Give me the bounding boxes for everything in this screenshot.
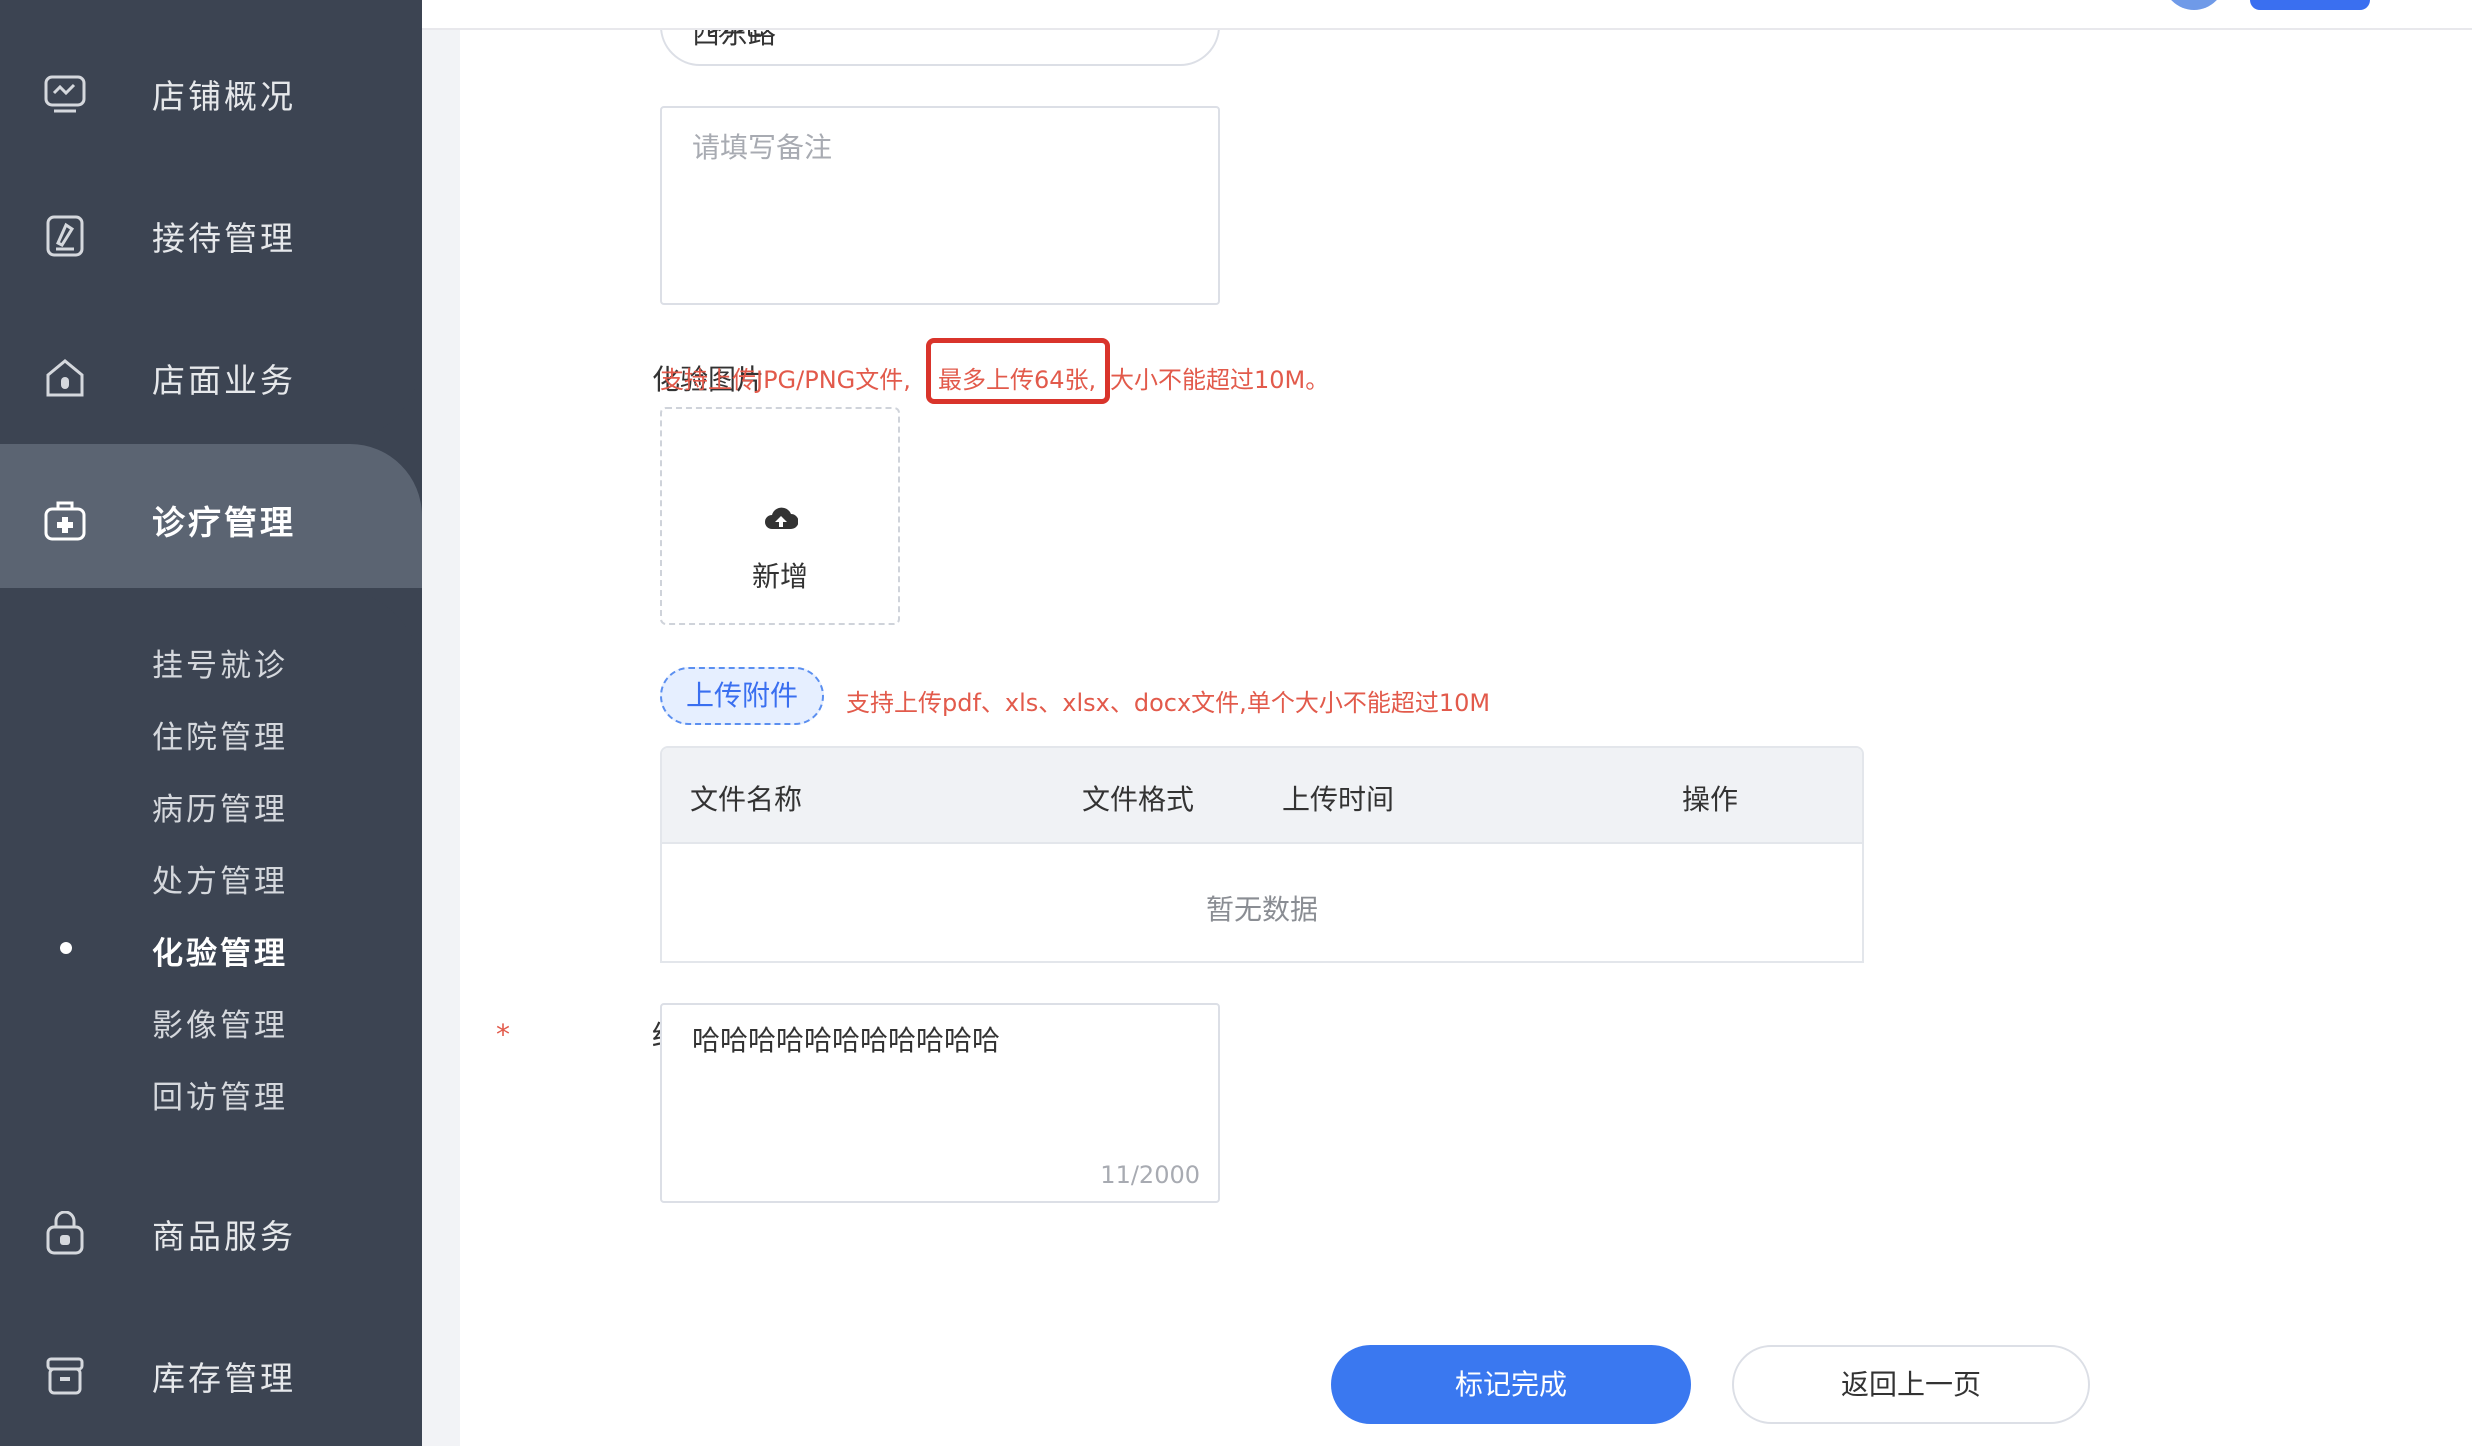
- result-analysis-textarea[interactable]: 哈哈哈哈哈哈哈哈哈哈哈 11/2000: [660, 1003, 1220, 1203]
- image-upload-box[interactable]: 新增: [660, 407, 900, 625]
- sidebar-item-label: 库存管理: [152, 1359, 296, 1398]
- sidebar-item-store-business[interactable]: 店面业务: [0, 308, 422, 448]
- sidebar-item-label: 店铺概况: [152, 77, 296, 116]
- sidebar-item-label: 店面业务: [152, 361, 296, 400]
- table-empty-text: 暂无数据: [1205, 893, 1318, 926]
- column-header-file-format: 文件格式: [1082, 783, 1195, 816]
- sidebar-item-label: 商品服务: [152, 1217, 296, 1256]
- mark-complete-button[interactable]: 标记完成: [1331, 1345, 1691, 1424]
- remark-textarea[interactable]: 请填写备注: [660, 106, 1220, 305]
- sidebar-item-label: 诊疗管理: [152, 503, 296, 542]
- sidebar-subitem-medical-records[interactable]: 病历管理: [152, 784, 288, 829]
- sidebar-item-reception[interactable]: 接待管理: [0, 166, 422, 306]
- dashboard-icon: [44, 75, 86, 113]
- sidebar-item-medical[interactable]: 诊疗管理: [0, 450, 422, 590]
- sidebar-subitem-hospitalization[interactable]: 住院管理: [152, 712, 288, 757]
- column-header-actions: 操作: [1682, 783, 1739, 816]
- active-indicator-dot: [60, 942, 72, 954]
- sidebar: 店铺概况 接待管理 店面业务 诊疗管理 挂号就诊 住院管理 病历管理 处方管理 …: [0, 0, 422, 1446]
- form-panel: 场地 西东路 备注 请填写备注 化验图片 支持上传JPG/PNG文件, 最多上传…: [460, 0, 2472, 1446]
- character-counter: 11/2000: [1100, 1161, 1200, 1189]
- column-header-file-name: 文件名称: [690, 783, 803, 816]
- sidebar-subitem-registration[interactable]: 挂号就诊: [152, 640, 288, 685]
- store-icon: [46, 359, 84, 397]
- attachment-hint: 支持上传pdf、xls、xlsx、docx文件,单个大小不能超过10M: [846, 689, 1491, 717]
- shopping-bag-icon: [46, 1211, 84, 1255]
- sidebar-item-inventory[interactable]: 库存管理: [0, 1306, 422, 1446]
- sidebar-item-store-overview[interactable]: 店铺概况: [0, 24, 422, 164]
- reception-icon: [46, 215, 84, 257]
- sidebar-item-products[interactable]: 商品服务: [0, 1164, 422, 1304]
- medical-kit-icon: [44, 501, 86, 541]
- remark-placeholder: 请填写备注: [692, 131, 833, 164]
- column-header-upload-time: 上传时间: [1282, 783, 1395, 816]
- sidebar-item-label: 接待管理: [152, 219, 296, 258]
- sidebar-subitem-follow-up[interactable]: 回访管理: [152, 1072, 288, 1117]
- images-hint-format: 支持上传JPG/PNG文件,: [660, 366, 911, 394]
- upload-add-label: 新增: [751, 560, 808, 593]
- upload-attachment-button[interactable]: 上传附件: [660, 667, 824, 725]
- main-content: 场地 西东路 备注 请填写备注 化验图片 支持上传JPG/PNG文件, 最多上传…: [422, 0, 2472, 1446]
- top-header-bar: [422, 0, 2472, 30]
- result-analysis-value: 哈哈哈哈哈哈哈哈哈哈哈: [692, 1024, 1001, 1057]
- required-mark: *: [496, 1018, 510, 1051]
- back-button[interactable]: 返回上一页: [1732, 1345, 2090, 1424]
- attachment-table: 文件名称 文件格式 上传时间 操作 暂无数据: [660, 746, 1864, 963]
- role-badge: [2250, 0, 2370, 10]
- sidebar-subitem-lab-tests[interactable]: 化验管理: [152, 928, 288, 973]
- sidebar-subitem-prescriptions[interactable]: 处方管理: [152, 856, 288, 901]
- highlight-annotation-box: [926, 338, 1110, 404]
- sidebar-subitem-imaging[interactable]: 影像管理: [152, 1000, 288, 1045]
- table-header: 文件名称 文件格式 上传时间 操作: [662, 748, 1862, 844]
- cloud-upload-icon: [765, 507, 798, 529]
- images-hint-size: 大小不能超过10M。: [1110, 366, 1330, 394]
- inventory-box-icon: [46, 1357, 84, 1395]
